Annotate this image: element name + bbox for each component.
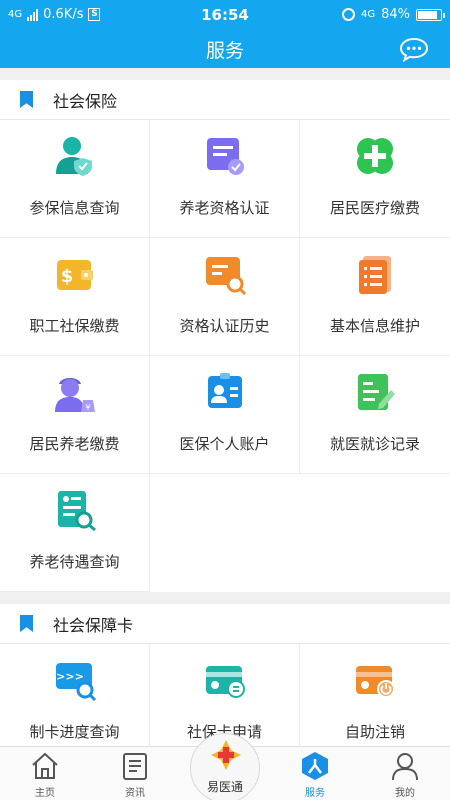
news-icon: [123, 753, 147, 780]
section-header: 社会保险: [0, 80, 450, 120]
empty-cell: [300, 474, 450, 592]
service-item-cert-history[interactable]: 资格认证历史: [150, 238, 300, 356]
service-item-employee-insurance-pay[interactable]: $ 职工社保缴费: [0, 238, 150, 356]
card-power-icon: [356, 666, 395, 698]
service-item-medical-account[interactable]: 医保个人账户: [150, 356, 300, 474]
nav-yiyitong[interactable]: 易医通: [190, 733, 260, 800]
status-bar: 4G 0.6K/s S 16:54 4G 84%: [0, 0, 450, 30]
service-label: 就医就诊记录: [329, 435, 420, 453]
bookmark-icon: [20, 615, 33, 632]
chat-button[interactable]: [398, 36, 430, 63]
service-label: 医保个人账户: [179, 435, 270, 453]
card-apply-icon: [205, 666, 245, 698]
service-item-visit-records[interactable]: 就医就诊记录: [300, 356, 450, 474]
svg-text:$: $: [60, 266, 73, 287]
nav-label: 易医通: [206, 780, 243, 794]
service-label: 居民养老缴费: [29, 435, 120, 453]
service-label: 资格认证历史: [179, 317, 270, 335]
service-item-resident-pension-pay[interactable]: ¥ 居民养老缴费: [0, 356, 150, 474]
chat-bubble-icon: [399, 37, 429, 63]
nav-news[interactable]: 资讯: [95, 747, 175, 800]
wallet-dollar-icon: $: [56, 260, 93, 290]
service-label: 自助注销: [344, 723, 405, 741]
section-title: 社会保险: [53, 91, 118, 111]
section-title: 社会保障卡: [53, 615, 134, 635]
alarm-icon: [341, 8, 355, 21]
service-label: 居民医疗缴费: [329, 199, 420, 217]
service-item-basic-info[interactable]: 基本信息维护: [300, 238, 450, 356]
home-icon: [32, 752, 58, 779]
user-icon: [392, 753, 418, 781]
document-list-icon: [359, 256, 391, 294]
nav-label: 主页: [35, 788, 55, 799]
service-item-card-progress[interactable]: >>> 制卡进度查询: [0, 644, 150, 750]
nav-mine[interactable]: 我的: [365, 747, 445, 800]
social-insurance-section: 社会保险 参保信息查询 养老资格认证 居民医疗缴费 $ 职工社保缴费 资格认证历…: [0, 80, 450, 592]
card-search-icon: [205, 257, 246, 296]
bookmark-icon: [20, 91, 33, 108]
nav-label: 服务: [305, 788, 325, 799]
medical-cross-icon: [357, 138, 393, 174]
card-progress-search-icon: >>>: [55, 663, 96, 702]
nav-service[interactable]: 服务: [275, 747, 355, 800]
document-edit-icon: [358, 374, 395, 410]
service-item-resident-medical-pay[interactable]: 居民医疗缴费: [300, 120, 450, 238]
service-person-icon: [302, 752, 328, 780]
page-title: 服务: [205, 40, 244, 62]
network-type-right: 4G: [360, 9, 376, 20]
service-label: 基本信息维护: [329, 317, 420, 335]
nav-label: 资讯: [125, 788, 145, 799]
service-item-pension-cert[interactable]: 养老资格认证: [150, 120, 300, 238]
service-item-self-cancel[interactable]: 自助注销: [300, 644, 450, 750]
social-card-section: 社会保障卡 >>> 制卡进度查询 社保卡申请 自助注销: [0, 604, 450, 750]
person-shield-icon: [55, 137, 92, 176]
service-item-insurance-info[interactable]: 参保信息查询: [0, 120, 150, 238]
medical-logo-icon: [211, 740, 241, 770]
nav-home[interactable]: 主页: [5, 747, 85, 800]
section-header: 社会保障卡: [0, 604, 450, 644]
nav-label: 我的: [395, 788, 415, 799]
service-label: 制卡进度查询: [29, 723, 120, 741]
svg-text:>>>: >>>: [56, 670, 84, 683]
service-label: 职工社保缴费: [29, 317, 120, 335]
service-label: 参保信息查询: [29, 199, 120, 217]
svg-text:¥: ¥: [85, 403, 90, 412]
empty-cell: [150, 474, 300, 592]
service-label: 养老待遇查询: [29, 553, 120, 571]
battery-percent: 84%: [381, 7, 410, 22]
document-magnifier-icon: [57, 491, 96, 532]
id-card-icon: [207, 373, 242, 408]
battery-icon: [416, 8, 445, 21]
service-label: 养老资格认证: [179, 199, 270, 217]
top-bar: 4G 0.6K/s S 16:54 4G 84% 服务: [0, 0, 450, 68]
service-item-pension-benefit[interactable]: 养老待遇查询: [0, 474, 150, 592]
document-badge-icon: [206, 138, 244, 175]
elder-money-icon: ¥: [54, 378, 95, 412]
